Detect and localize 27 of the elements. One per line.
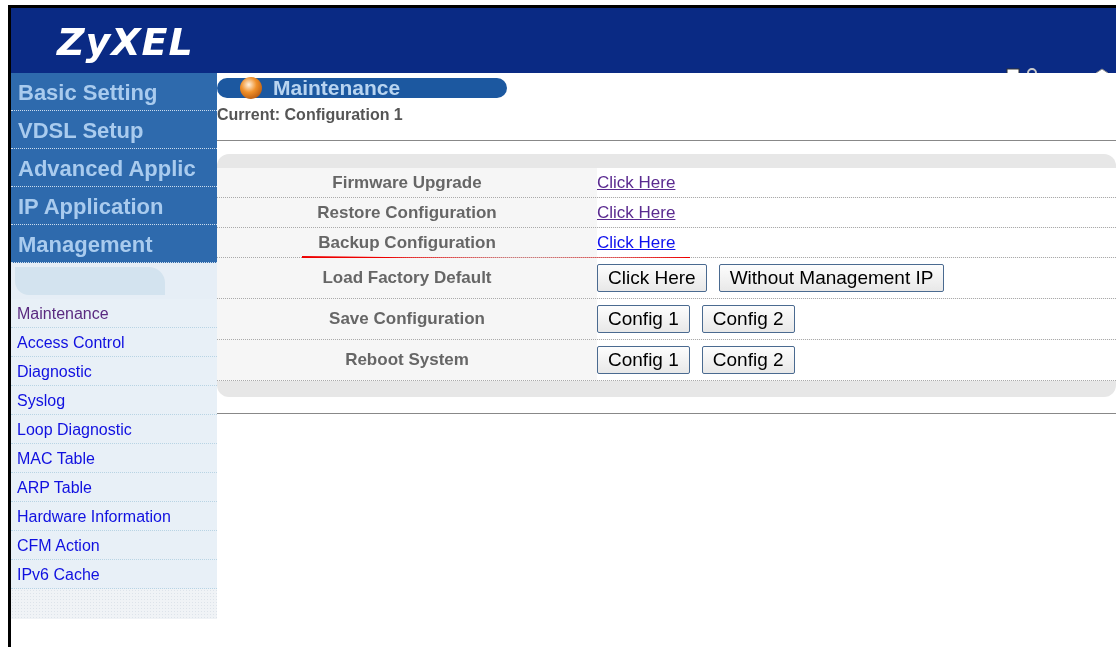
action-button[interactable]: Config 1 <box>597 305 690 333</box>
click-here-link[interactable]: Click Here <box>597 172 676 193</box>
action-button[interactable]: Without Management IP <box>718 264 945 292</box>
row-label: Firmware Upgrade <box>332 172 482 193</box>
click-here-link[interactable]: Click Here <box>597 232 676 253</box>
submenu-item[interactable]: ARP Table <box>11 473 217 502</box>
row-label: Restore Configuration <box>317 202 497 223</box>
current-config-text: Current: Configuration 1 <box>217 106 404 124</box>
submenu-item[interactable]: CFM Action <box>11 531 217 560</box>
action-button[interactable]: Click Here <box>597 264 707 292</box>
submenu-item[interactable]: MAC Table <box>11 444 217 473</box>
action-button[interactable]: Config 1 <box>597 346 690 374</box>
row-label: Reboot System <box>345 350 469 370</box>
submenu-item[interactable]: Hardware Information <box>11 502 217 531</box>
grid-icon <box>1006 68 1020 73</box>
row-label: Backup Configuration <box>318 232 496 253</box>
row-label: Save Configuration <box>329 309 485 329</box>
page-title: Maintenance <box>273 76 401 100</box>
action-button[interactable]: Config 2 <box>701 305 795 333</box>
action-button[interactable]: Config 2 <box>701 346 795 374</box>
home-icon <box>1094 68 1110 73</box>
ball-icon <box>239 76 263 100</box>
logo: ZyXEL <box>57 20 194 64</box>
row-label: Load Factory Default <box>322 268 492 288</box>
submenu-item[interactable]: Loop Diagnostic <box>11 415 217 444</box>
click-here-link[interactable]: Click Here <box>597 202 676 223</box>
submenu-item[interactable]: Syslog <box>11 386 217 415</box>
